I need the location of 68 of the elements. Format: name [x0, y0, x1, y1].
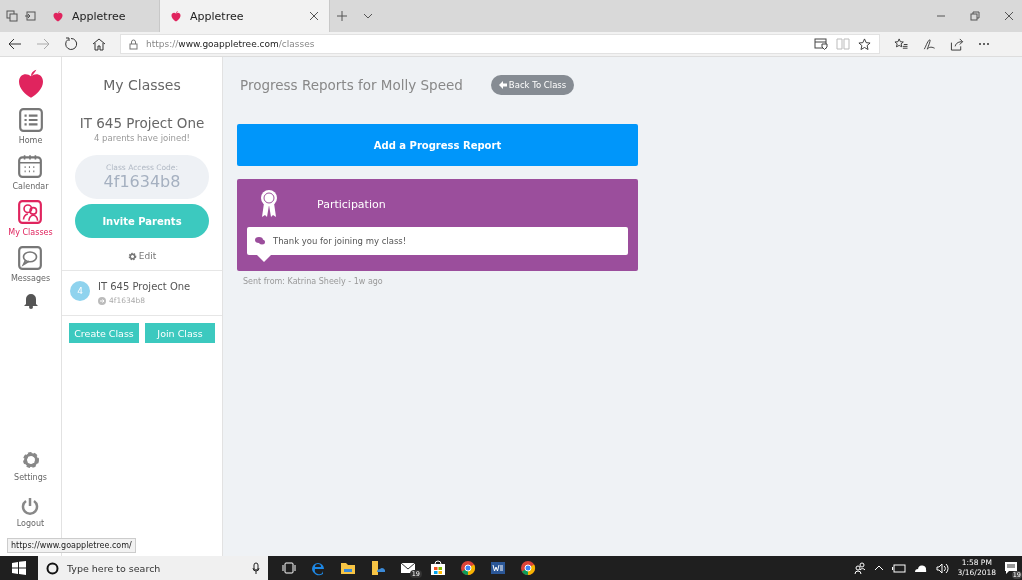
edge-browser-icon[interactable]	[310, 560, 326, 576]
sent-info: Sent from: Katrina Sheely - 1w ago	[243, 277, 384, 286]
nav-item[interactable]: Messages	[10, 245, 51, 283]
report-category: Participation	[317, 197, 386, 211]
power-icon	[20, 496, 41, 516]
pen-icon[interactable]	[922, 37, 936, 51]
arrow-left-icon	[498, 81, 507, 89]
close-icon[interactable]	[1004, 11, 1014, 21]
ribbon-award-icon	[259, 189, 279, 219]
nav-item[interactable]: Calendar	[12, 153, 49, 191]
calendar-icon	[17, 153, 44, 179]
tracking-shield-icon[interactable]	[814, 37, 828, 50]
windows-start-icon[interactable]	[12, 561, 26, 575]
lock-icon	[129, 38, 138, 50]
settings-icon	[20, 450, 41, 470]
folder-icon[interactable]	[340, 561, 356, 575]
chrome-icon[interactable]	[460, 560, 476, 576]
taskbar-search-field[interactable]: Type here to search	[38, 556, 268, 580]
new-tab-icon[interactable]	[336, 10, 348, 22]
arrow-circle-icon	[98, 296, 106, 305]
share-icon[interactable]	[950, 37, 964, 51]
battery-icon[interactable]	[891, 563, 906, 573]
home-icon[interactable]	[92, 37, 106, 51]
favorites-icon[interactable]	[894, 37, 908, 51]
people-icon	[17, 199, 44, 225]
apple-logo	[170, 10, 182, 22]
tab-aside-icon[interactable]	[24, 10, 36, 22]
joined-count: 4 parents have joined!	[94, 133, 190, 143]
address-bar[interactable]: https://www.goappletree.com/classes	[120, 34, 880, 54]
circle-icon	[46, 561, 59, 575]
browser-tab[interactable]: Appletree	[160, 0, 330, 32]
access-code: 4f1634b8	[103, 172, 181, 191]
cloud-folder-icon[interactable]	[370, 560, 386, 576]
class-name: IT 645 Project One	[79, 115, 205, 131]
back-to-class-button[interactable]: Back To Class	[490, 75, 575, 95]
caret-up-icon[interactable]	[873, 564, 884, 572]
chrome-icon[interactable]	[520, 560, 536, 576]
cloud-icon[interactable]	[913, 563, 928, 573]
chat-icon	[17, 245, 44, 271]
panel-heading: My Classes	[103, 77, 181, 93]
word-icon[interactable]	[490, 560, 506, 576]
parent-count-badge: 4	[70, 281, 90, 301]
close-icon[interactable]	[309, 11, 319, 21]
microphone-icon[interactable]	[252, 561, 260, 575]
speaker-icon[interactable]	[935, 562, 950, 574]
nav-item[interactable]: Home	[17, 107, 44, 145]
apple-logo	[52, 10, 64, 22]
url-text: https://www.goappletree.com/classes	[146, 39, 315, 49]
refresh-icon[interactable]	[64, 37, 78, 51]
edit-button[interactable]: Edit	[121, 250, 163, 262]
tab-actions-icon[interactable]	[6, 10, 18, 22]
class-item-name: IT 645 Project One	[98, 281, 191, 292]
chat-bubbles-icon	[255, 237, 265, 245]
nav-item[interactable]: My Classes	[8, 199, 53, 237]
page-title: Progress Reports for Molly Speed	[240, 77, 463, 93]
task-view-icon[interactable]	[282, 562, 296, 574]
gear-icon	[127, 251, 137, 261]
status-url: https://www.goappletree.com/	[7, 538, 136, 553]
restore-icon[interactable]	[970, 11, 980, 21]
report-message: Thank you for joining my class!	[273, 236, 407, 246]
store-bag-icon[interactable]	[430, 560, 446, 576]
nav-item[interactable]: Settings	[14, 450, 47, 482]
more-icon[interactable]	[978, 42, 990, 46]
star-icon[interactable]	[858, 37, 871, 51]
back-arrow-icon[interactable]	[8, 38, 22, 50]
people-icon[interactable]	[853, 562, 866, 574]
nav-item[interactable]: Logout	[16, 496, 45, 528]
list-icon	[17, 107, 44, 133]
